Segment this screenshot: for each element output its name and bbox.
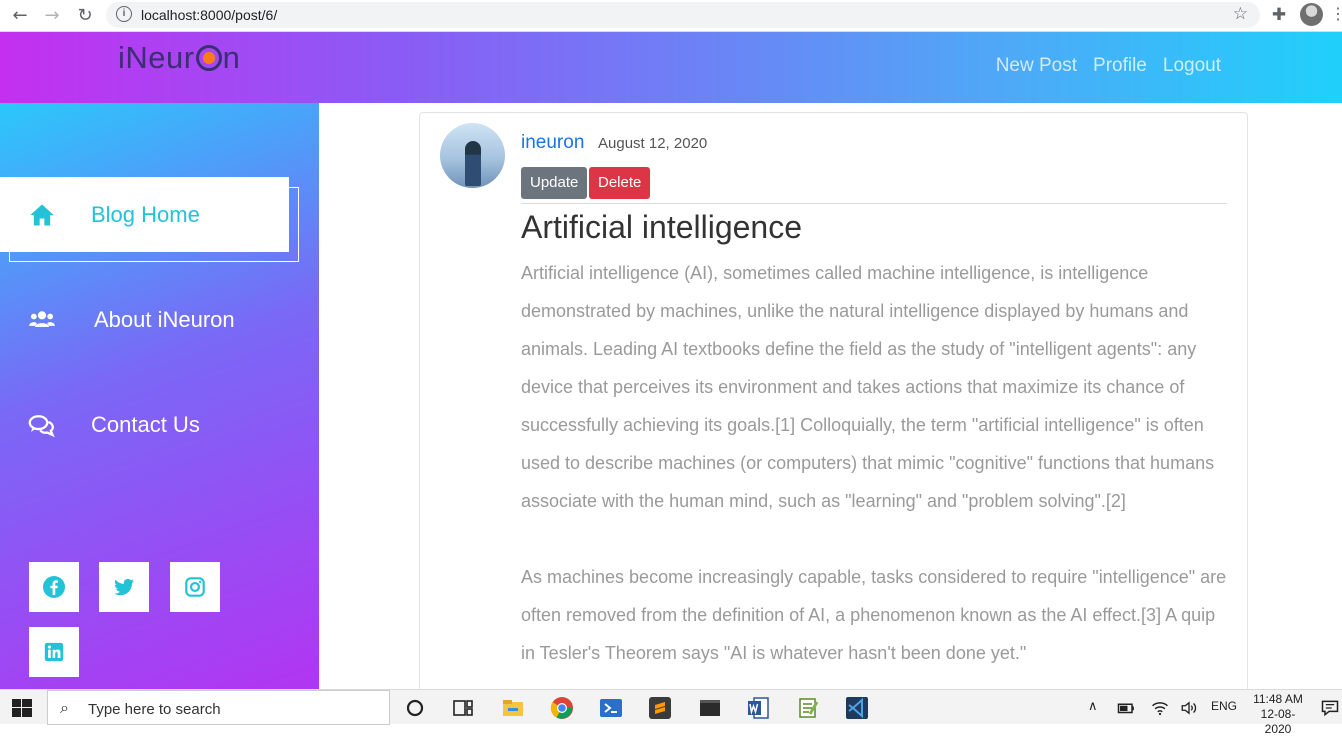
language-indicator[interactable]: ENG <box>1211 699 1237 713</box>
home-icon <box>30 204 54 225</box>
battery-icon[interactable] <box>1117 699 1135 717</box>
post-paragraph: Artificial intelligence (AI), sometimes … <box>521 263 1215 511</box>
tray-chevron-icon[interactable]: ∧ <box>1088 699 1098 714</box>
post-paragraph: As machines become increasingly capable,… <box>521 567 1227 663</box>
twitter-link[interactable] <box>99 562 149 612</box>
post-date: August 12, 2020 <box>598 135 708 152</box>
instagram-link[interactable] <box>170 562 220 612</box>
nav-logout-link[interactable]: Logout <box>1163 55 1221 77</box>
post-header-divider <box>521 203 1227 204</box>
comments-icon <box>28 414 55 437</box>
bookmark-star-icon[interactable]: ☆ <box>1233 4 1248 24</box>
terminal-icon[interactable] <box>698 696 722 720</box>
powershell-icon[interactable] <box>599 696 623 720</box>
linkedin-icon <box>44 642 64 662</box>
site-info-icon[interactable]: i <box>116 6 132 22</box>
author-avatar[interactable] <box>440 123 505 188</box>
search-icon: ⌕ <box>60 698 69 717</box>
sidebar-item-contact[interactable]: Contact Us <box>0 387 289 462</box>
volume-icon[interactable] <box>1180 699 1198 717</box>
post-card: ineuron August 12, 2020 Update Delete Ar… <box>419 112 1248 712</box>
taskbar-search-placeholder[interactable]: Type here to search <box>88 701 221 718</box>
task-view-icon[interactable] <box>451 696 475 720</box>
word-icon[interactable] <box>746 696 770 720</box>
wifi-icon[interactable] <box>1151 699 1169 717</box>
back-icon[interactable]: ← <box>8 4 32 28</box>
update-button[interactable]: Update <box>521 167 588 199</box>
address-bar[interactable]: i localhost:8000/post/6/ ☆ <box>106 2 1260 28</box>
sidebar-item-label: Contact Us <box>91 411 200 437</box>
reload-icon[interactable]: ↻ <box>73 4 97 28</box>
brand-logo-text-right: n <box>222 40 241 75</box>
address-bar-url[interactable]: localhost:8000/post/6/ <box>141 7 277 23</box>
browser-menu-icon[interactable]: ⋮ <box>1330 4 1342 26</box>
sidebar: Blog Home About iNeuron Contact Us <box>0 103 319 689</box>
browser-profile-avatar[interactable] <box>1300 3 1323 26</box>
facebook-link[interactable] <box>29 562 79 612</box>
extensions-icon[interactable]: ✚ <box>1268 4 1290 26</box>
chrome-icon[interactable] <box>550 696 574 720</box>
brand-logo-ring-icon <box>195 45 222 71</box>
windows-taskbar: ⌕ Type here to search ∧ ENG 11:48 AM 12-… <box>0 689 1342 736</box>
linkedin-link[interactable] <box>29 627 79 677</box>
delete-button[interactable]: Delete <box>589 167 651 199</box>
vscode-icon[interactable] <box>845 696 869 720</box>
twitter-icon <box>114 578 134 596</box>
post-body: Artificial intelligence (AI), sometimes … <box>521 254 1231 710</box>
windows-start-icon[interactable] <box>12 699 32 717</box>
clock-date: 12-08-2020 <box>1260 707 1296 736</box>
sublime-text-icon[interactable] <box>648 696 672 720</box>
sidebar-item-about[interactable]: About iNeuron <box>0 282 289 357</box>
cortana-icon[interactable] <box>403 696 427 720</box>
taskbar-clock[interactable]: 11:48 AM 12-08-2020 <box>1248 692 1308 737</box>
notifications-icon[interactable] <box>1320 698 1340 718</box>
file-explorer-icon[interactable] <box>501 696 525 720</box>
notepad-plus-icon[interactable] <box>796 696 820 720</box>
sidebar-item-blog-home[interactable]: Blog Home <box>0 177 299 262</box>
site-navbar: iNeur n New Post Profile Logout <box>0 32 1342 103</box>
nav-new-post-link[interactable]: New Post <box>996 55 1077 77</box>
avatar-person-figure <box>465 141 481 186</box>
instagram-icon <box>185 577 205 597</box>
forward-icon[interactable]: → <box>40 4 64 28</box>
clock-time: 11:48 AM <box>1253 692 1303 706</box>
post-author-link[interactable]: ineuron <box>521 132 584 154</box>
nav-links: New Post Profile Logout <box>996 55 1221 77</box>
brand-logo-text-left: iNeur <box>118 40 195 75</box>
sidebar-item-label: About iNeuron <box>94 306 235 332</box>
post-title: Artificial intelligence <box>521 209 803 245</box>
nav-profile-link[interactable]: Profile <box>1093 55 1147 77</box>
brand-logo[interactable]: iNeur n <box>118 40 240 80</box>
facebook-icon <box>43 576 65 598</box>
users-icon <box>29 310 55 327</box>
taskbar-search-box[interactable]: ⌕ Type here to search <box>47 690 390 725</box>
sidebar-item-label: Blog Home <box>91 201 200 227</box>
browser-toolbar: ← → ↻ i localhost:8000/post/6/ ☆ ✚ ⋮ <box>0 0 1342 32</box>
